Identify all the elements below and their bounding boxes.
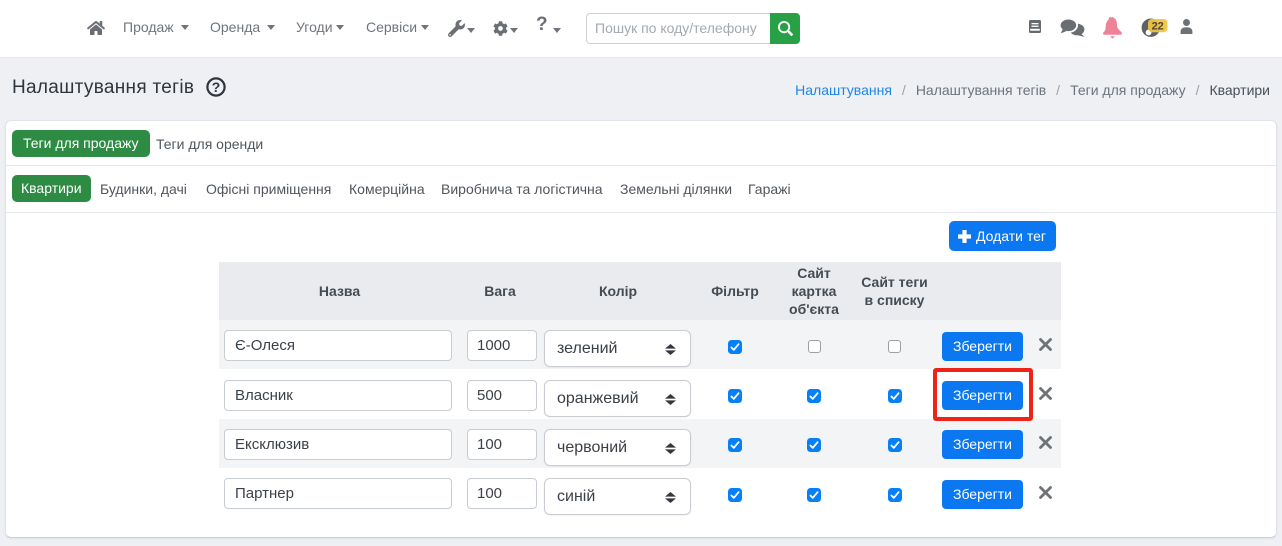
svg-text:22: 22 — [1152, 20, 1164, 32]
svg-text:?: ? — [212, 79, 221, 95]
